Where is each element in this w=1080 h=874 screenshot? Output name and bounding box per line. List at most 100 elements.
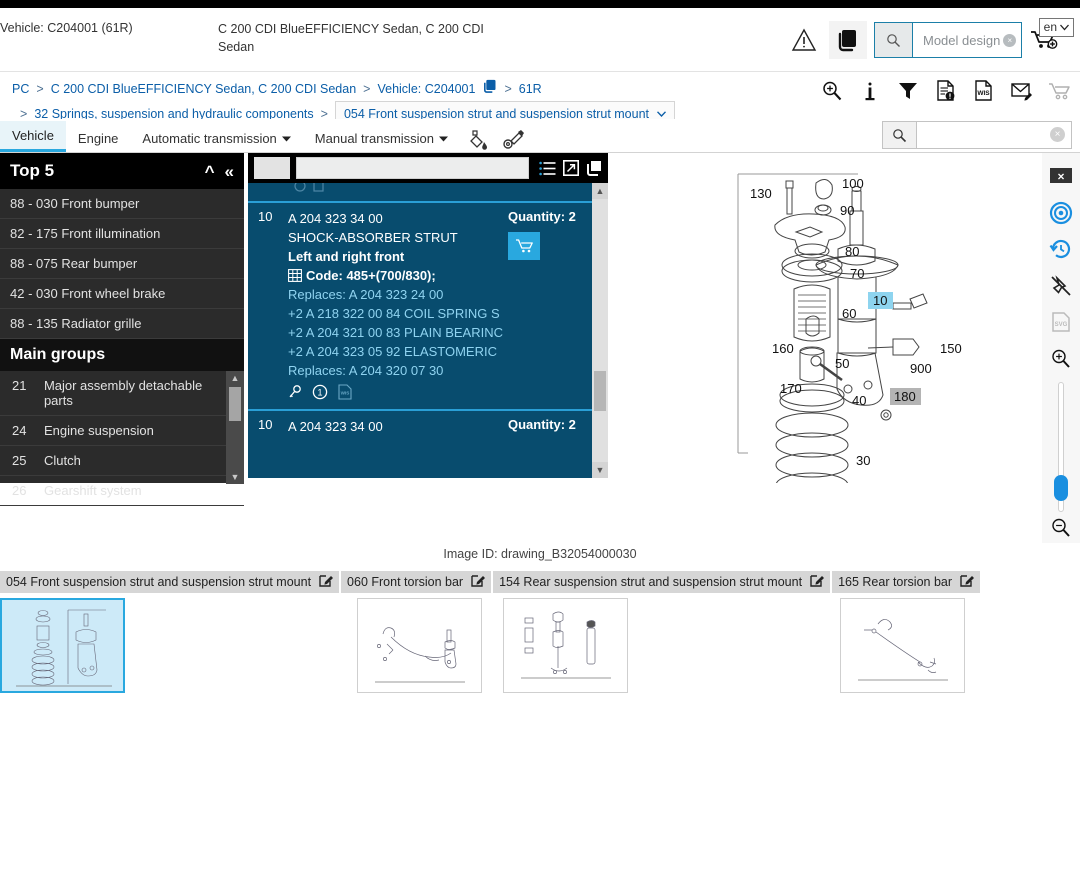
edit-icon[interactable] — [471, 573, 486, 590]
thumbnail-154[interactable]: 154 Rear suspension strut and suspension… — [493, 571, 833, 693]
tools-icon[interactable] — [496, 128, 532, 152]
scroll-down-icon[interactable]: ▼ — [226, 470, 244, 484]
wis-document-icon[interactable]: WIS — [972, 76, 996, 106]
tab-engine[interactable]: Engine — [66, 124, 130, 152]
scroll-up-icon[interactable]: ▲ — [226, 371, 244, 385]
thumbnail-image-165[interactable] — [840, 598, 966, 693]
sidebar-group-26[interactable]: 26 Gearshift system — [0, 476, 244, 506]
zoom-slider[interactable] — [1054, 382, 1068, 513]
circle-one-icon[interactable]: 1 — [312, 384, 328, 403]
filter-funnel-icon[interactable] — [896, 76, 920, 106]
scroll-thumb[interactable] — [229, 387, 241, 421]
sidebar-group-24[interactable]: 24 Engine suspension — [0, 416, 244, 446]
sidebar-item-top5-1[interactable]: 82 - 175 Front illumination — [0, 219, 244, 249]
thumbnail-060[interactable]: 060 Front torsion bar — [341, 571, 494, 693]
tab-bar: Vehicle Engine Automatic transmission Ma… — [0, 119, 1080, 153]
parts-filter-input[interactable] — [296, 157, 529, 179]
expand-icon[interactable] — [562, 160, 579, 177]
model-search-icon[interactable] — [875, 23, 913, 57]
zoom-slider-knob[interactable] — [1054, 475, 1068, 502]
parts-scrollbar[interactable]: ▲ ▼ — [592, 183, 608, 478]
thumbnail-title[interactable]: 154 Rear suspension strut and suspension… — [493, 571, 833, 593]
sidebar-item-top5-2[interactable]: 88 - 075 Rear bumper — [0, 249, 244, 279]
sidebar-item-top5-3[interactable]: 42 - 030 Front wheel brake — [0, 279, 244, 309]
thumbnail-image-054[interactable] — [0, 598, 125, 693]
parts-diagram[interactable]: 100 130 90 80 70 60 50 40 30 20 150 160 … — [620, 153, 1040, 483]
thumbnail-165[interactable]: 165 Rear torsion bar — [832, 571, 983, 693]
breadcrumb-item-model[interactable]: C 200 CDI BlueEFFICIENCY Sedan, C 200 CD… — [51, 79, 356, 99]
scroll-down-icon[interactable]: ▼ — [592, 462, 608, 478]
breadcrumb-item-vehicle[interactable]: Vehicle: C204001 — [377, 79, 475, 99]
wis-icon[interactable]: WIS — [338, 384, 352, 403]
language-selector[interactable]: en — [1038, 18, 1074, 37]
tab-vehicle[interactable]: Vehicle — [0, 121, 66, 152]
edit-icon[interactable] — [810, 573, 825, 590]
callout-30: 30 — [856, 453, 870, 468]
search-clear-icon[interactable]: × — [1050, 127, 1065, 142]
add-part-to-cart-button[interactable] — [508, 232, 540, 260]
edit-icon[interactable] — [960, 573, 975, 590]
chevron-up-icon[interactable]: ^ — [205, 163, 215, 180]
cart-icon[interactable] — [1048, 76, 1072, 106]
zoom-in-icon[interactable] — [1045, 344, 1077, 375]
part-name: SHOCK-ABSORBER STRUT — [288, 230, 458, 245]
table-row[interactable]: 10 A 204 323 34 00 Quantity: 2 — [248, 409, 608, 442]
parts-header-box[interactable] — [254, 157, 290, 179]
thumbnail-title[interactable]: 060 Front torsion bar — [341, 571, 494, 593]
sidebar-item-top5-0[interactable]: 88 - 030 Front bumper — [0, 189, 244, 219]
zoom-search-icon[interactable] — [820, 76, 844, 106]
tab-automatic-transmission[interactable]: Automatic transmission — [130, 124, 302, 152]
sidebar-item-top5-4[interactable]: 88 - 135 Radiator grille — [0, 309, 244, 339]
list-view-icon[interactable] — [539, 160, 556, 177]
main-groups-list: 21 Major assembly detachable parts 24 En… — [0, 371, 244, 506]
warning-triangle-icon[interactable] — [782, 20, 826, 60]
breadcrumb-item-code[interactable]: 61R — [519, 79, 542, 99]
zoom-out-icon[interactable] — [1045, 512, 1077, 543]
unpin-icon[interactable] — [1045, 271, 1077, 302]
callout-160: 160 — [772, 341, 794, 356]
groups-scrollbar[interactable]: ▲ ▼ — [226, 371, 244, 484]
callout-900: 900 — [910, 361, 932, 376]
tab-manual-transmission[interactable]: Manual transmission — [303, 124, 460, 152]
thumbnail-image-060[interactable] — [357, 598, 483, 693]
breadcrumb-item-pc[interactable]: PC — [12, 79, 29, 99]
model-search-chip[interactable]: × — [1003, 33, 1017, 47]
thumbnail-title[interactable]: 165 Rear torsion bar — [832, 571, 983, 593]
table-row[interactable]: 10 A 204 323 34 00 SHOCK-ABSORBER STRUT … — [248, 201, 608, 409]
info-icon[interactable] — [858, 76, 882, 106]
group-label: Major assembly detachable parts — [43, 378, 203, 408]
document-alert-icon[interactable] — [934, 76, 958, 106]
parts-list: 10 A 204 323 34 00 SHOCK-ABSORBER STRUT … — [248, 183, 608, 478]
mail-edit-icon[interactable] — [1010, 76, 1034, 106]
paint-color-icon[interactable] — [460, 128, 496, 152]
part-index: 10 — [258, 417, 273, 432]
target-focus-icon[interactable] — [1045, 198, 1077, 229]
sidebar-group-25[interactable]: 25 Clutch — [0, 446, 244, 476]
svg-text:WIS: WIS — [977, 90, 990, 97]
search-input[interactable]: × — [917, 122, 1071, 148]
thumbnail-054[interactable]: 054 Front suspension strut and suspensio… — [0, 571, 342, 693]
thumbnail-image-154[interactable] — [503, 598, 629, 693]
key-icon[interactable] — [288, 384, 302, 403]
scroll-thumb[interactable] — [594, 371, 606, 411]
parts-panel: 10 A 204 323 34 00 SHOCK-ABSORBER STRUT … — [248, 153, 608, 478]
double-chevron-left-icon[interactable]: « — [225, 163, 234, 180]
history-reset-icon[interactable] — [1045, 234, 1077, 265]
sidebar-group-21[interactable]: 21 Major assembly detachable parts — [0, 371, 244, 416]
breadcrumb-copy-icon[interactable] — [482, 78, 497, 99]
tab-manual-transmission-label: Manual transmission — [314, 131, 435, 146]
svg-export-icon[interactable]: SVG — [1045, 307, 1077, 338]
edit-icon[interactable] — [319, 573, 334, 590]
copy-icon[interactable] — [585, 160, 602, 177]
part-extra-3: +2 A 204 323 05 92 ELASTOMERIC — [288, 344, 497, 359]
scroll-up-icon[interactable]: ▲ — [592, 183, 608, 199]
thumbnail-title[interactable]: 054 Front suspension strut and suspensio… — [0, 571, 342, 593]
copy-documents-button[interactable] — [826, 20, 870, 60]
close-image-icon[interactable]: × — [1045, 161, 1077, 192]
model-design-search[interactable]: Model design × — [874, 22, 1022, 58]
parts-search-box[interactable]: × — [882, 121, 1072, 149]
part-number: A 204 323 34 00 — [288, 211, 383, 226]
model-search-placeholder[interactable]: Model design × — [913, 33, 1021, 48]
language-value: en — [1043, 20, 1057, 34]
search-icon[interactable] — [883, 122, 917, 148]
